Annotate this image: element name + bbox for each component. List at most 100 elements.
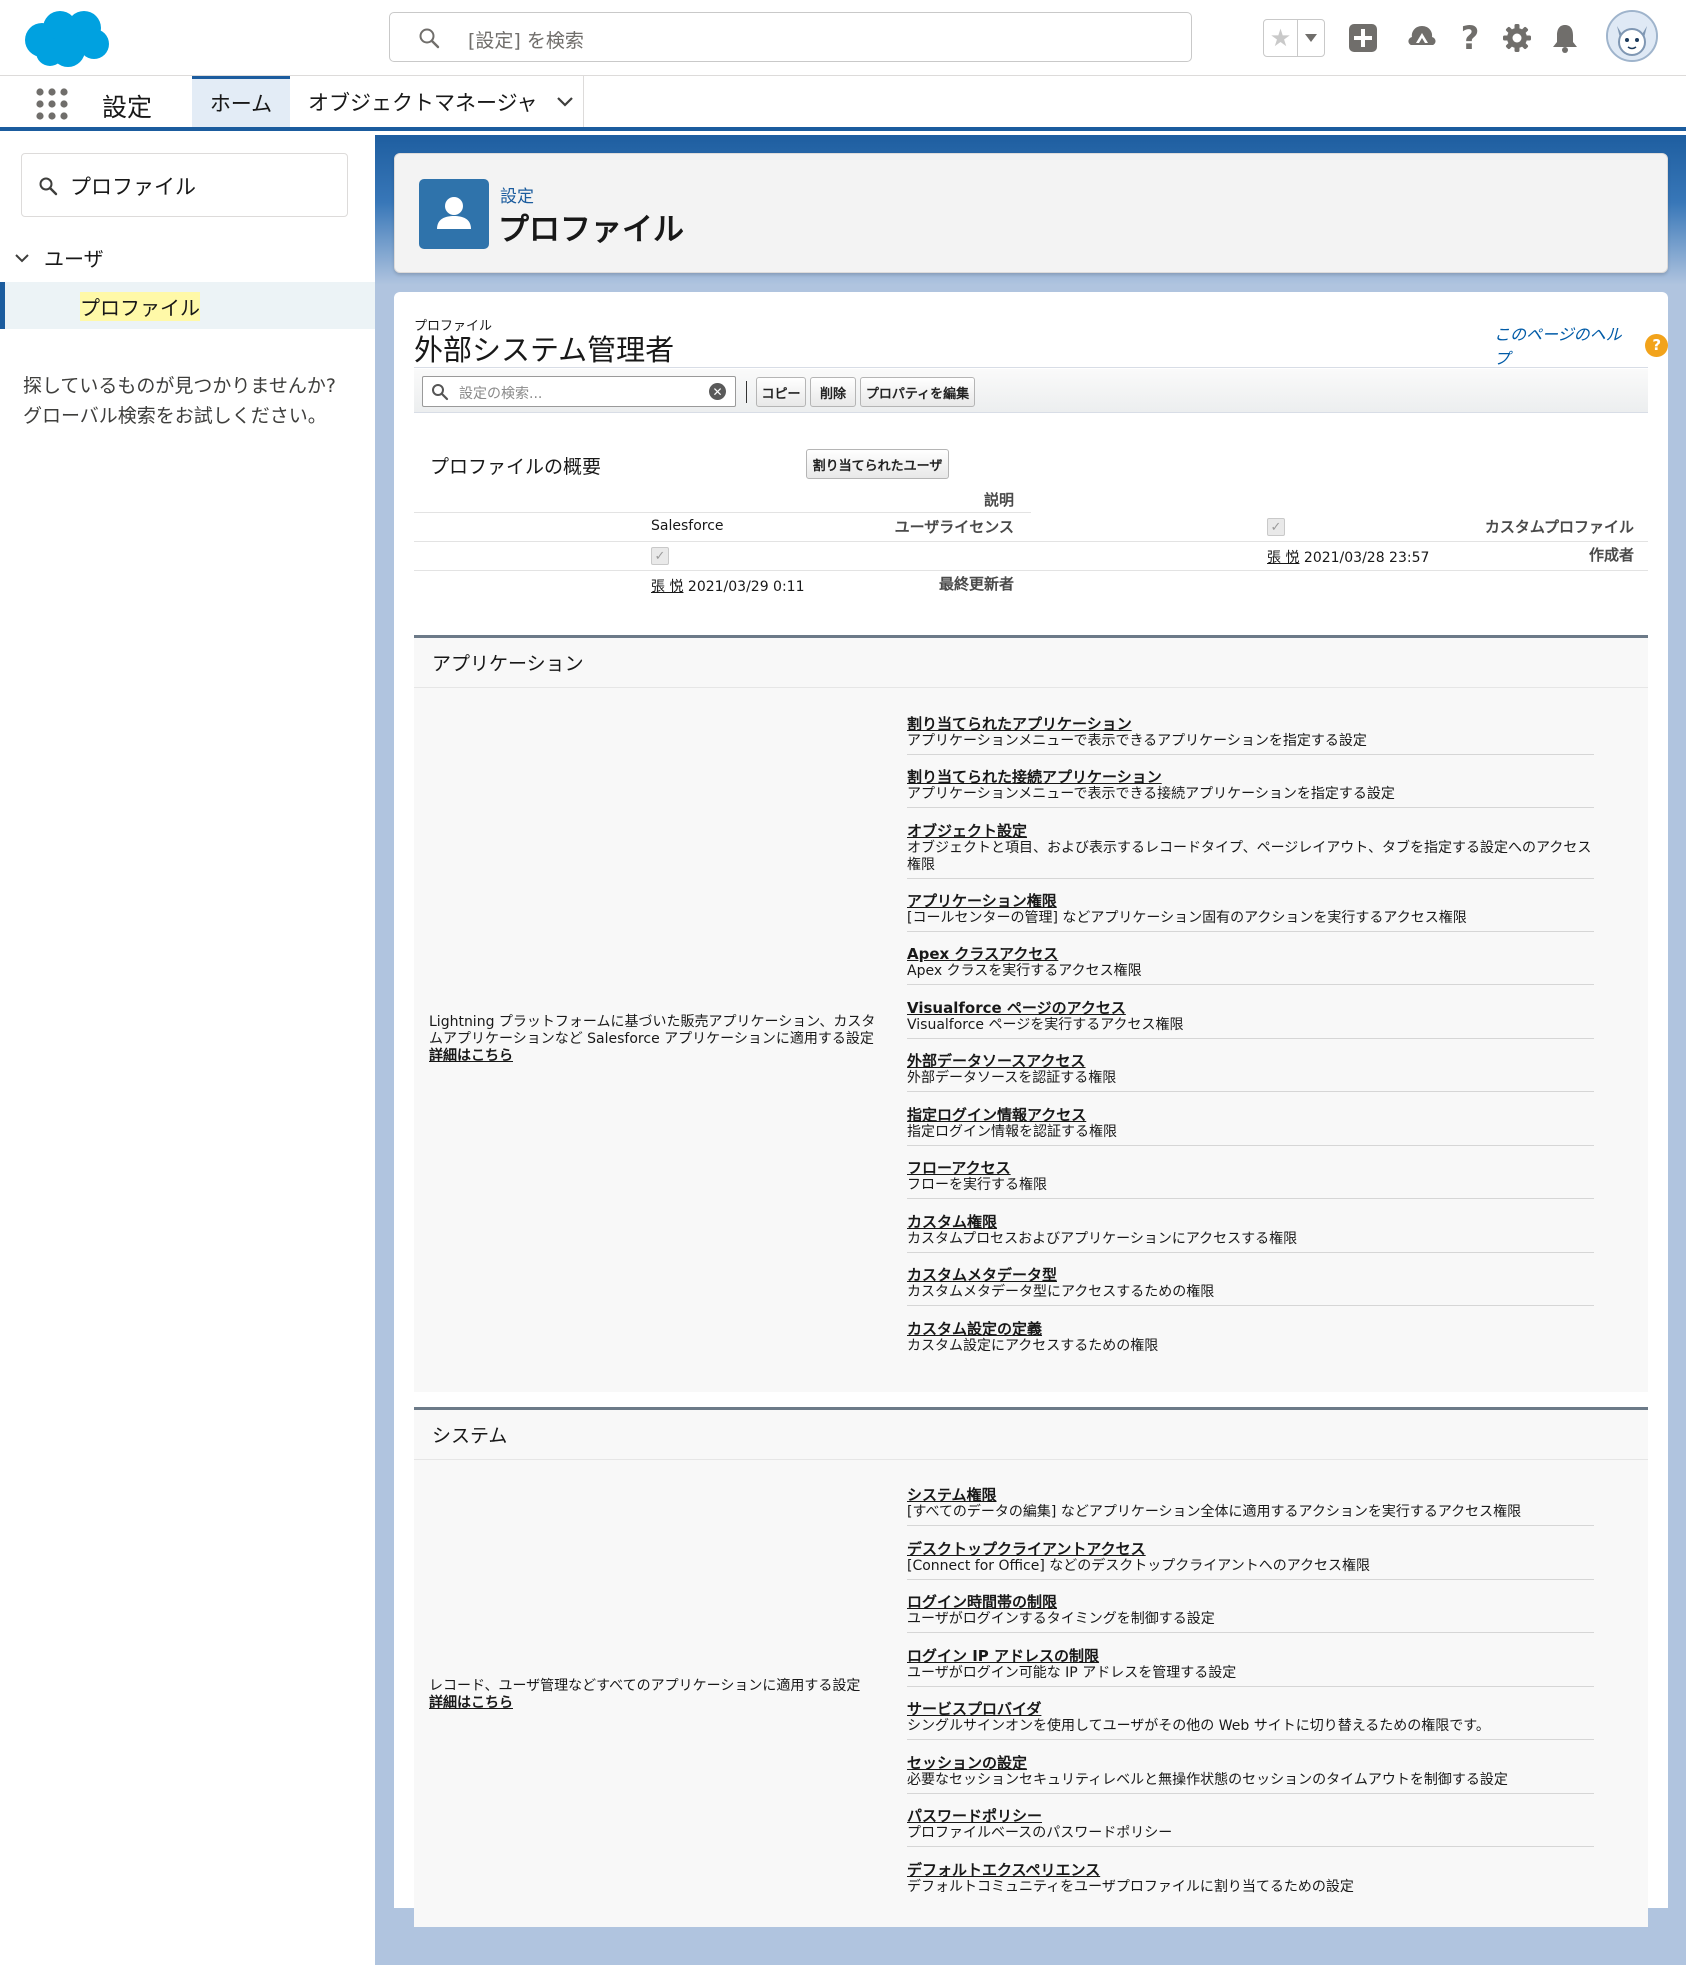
list-item: 外部データソースアクセス 外部データソースを認証する権限 <box>907 1053 1594 1092</box>
search-icon <box>432 384 449 401</box>
tab-home-label: ホーム <box>209 92 273 116</box>
favorites-dropdown-icon[interactable] <box>1298 20 1324 56</box>
modified-by-user-link[interactable]: 張 悦 <box>651 579 683 595</box>
assigned-connected-apps-link[interactable]: 割り当てられた接続アプリケーション <box>907 769 1594 786</box>
profile-detail-content: プロファイル 外部システム管理者 このページのヘルプ ? 設定の検索... ✕ … <box>394 292 1668 1927</box>
service-providers-link[interactable]: サービスプロバイダ <box>907 1701 1594 1718</box>
system-description: レコード、ユーザ管理などすべてのアプリケーションに適用する設定 詳細はこちら <box>429 1678 879 1712</box>
page-title: プロファイル <box>498 212 684 248</box>
applications-description: Lightning プラットフォームに基づいた販売アプリケーション、カスタムアプ… <box>429 1014 879 1065</box>
list-item: オブジェクト設定 オブジェクトと項目、および表示するレコードタイプ、ページレイア… <box>907 823 1594 879</box>
app-permissions-link[interactable]: アプリケーション権限 <box>907 893 1594 910</box>
setup-gear-icon[interactable] <box>1497 18 1537 58</box>
favorite-star-icon[interactable]: ★ <box>1264 20 1298 56</box>
edit-properties-button[interactable]: プロパティを編集 <box>860 377 975 407</box>
list-item-desc: アプリケーションメニューで表示できるアプリケーションを指定する設定 <box>907 733 1367 749</box>
tab-object-manager-label: オブジェクトマネージャ <box>308 90 538 115</box>
list-item: カスタム設定の定義 カスタム設定にアクセスするための権限 <box>907 1321 1594 1359</box>
desktop-client-access-link[interactable]: デスクトップクライアントアクセス <box>907 1541 1594 1558</box>
list-item-desc: [Connect for Office] などのデスクトップクライアントへのアク… <box>907 1558 1371 1574</box>
settings-search-placeholder: 設定の検索... <box>459 386 543 402</box>
default-experience-link[interactable]: デフォルトエクスペリエンス <box>907 1862 1594 1879</box>
notifications-bell-icon[interactable] <box>1545 18 1585 58</box>
global-actions-plus-icon[interactable] <box>1343 18 1383 58</box>
assigned-apps-link[interactable]: 割り当てられたアプリケーション <box>907 716 1594 733</box>
custom-settings-link[interactable]: カスタム設定の定義 <box>907 1321 1594 1338</box>
quick-find-input[interactable]: プロファイル <box>21 153 348 217</box>
last-modified-label: 最終更新者 <box>938 575 1014 593</box>
list-item-desc: [コールセンターの管理] などアプリケーション固有のアクションを実行するアクセス… <box>907 910 1467 926</box>
user-avatar[interactable] <box>1606 10 1658 62</box>
delete-button[interactable]: 削除 <box>810 377 856 407</box>
list-item: Visualforce ページのアクセス Visualforce ページを実行す… <box>907 1000 1594 1039</box>
session-settings-link[interactable]: セッションの設定 <box>907 1755 1594 1772</box>
trailhead-icon[interactable] <box>1402 18 1442 58</box>
chevron-down-icon[interactable] <box>556 96 574 108</box>
profile-toolbar: 設定の検索... ✕ コピー 削除 プロパティを編集 <box>414 369 1648 413</box>
search-icon <box>39 177 58 196</box>
system-section-title: システム <box>414 1410 1648 1460</box>
created-date: 2021/03/28 23:57 <box>1303 550 1430 566</box>
password-policies-link[interactable]: パスワードポリシー <box>907 1808 1594 1825</box>
list-item-desc: シングルサインオンを使用してユーザがその他の Web サイトに切り替えるための権… <box>907 1718 1490 1734</box>
tree-item-profiles[interactable]: プロファイル <box>0 282 375 329</box>
list-item-desc: フローを実行する権限 <box>907 1177 1047 1193</box>
custom-profile-label: カスタムプロファイル <box>1484 518 1634 536</box>
list-item-desc: カスタム設定にアクセスするための権限 <box>907 1338 1159 1354</box>
global-header: [設定] を検索 ★ ? <box>0 0 1686 76</box>
clear-search-icon[interactable]: ✕ <box>709 383 726 400</box>
global-search-input[interactable]: [設定] を検索 <box>389 12 1192 62</box>
list-item: カスタムメタデータ型 カスタムメタデータ型にアクセスするための権限 <box>907 1267 1594 1306</box>
toolbar-separator <box>746 381 747 403</box>
copy-button[interactable]: コピー <box>756 377 806 407</box>
page-help-label: このページのヘルプ <box>1494 325 1622 368</box>
flow-access-link[interactable]: フローアクセス <box>907 1160 1594 1177</box>
tab-object-manager[interactable]: オブジェクトマネージャ <box>290 76 584 127</box>
global-search-placeholder: [設定] を検索 <box>468 30 584 52</box>
login-ip-ranges-link[interactable]: ログイン IP アドレスの制限 <box>907 1648 1594 1665</box>
custom-profile-checkbox: ✓ <box>1267 518 1285 536</box>
assigned-users-button[interactable]: 割り当てられたユーザ <box>806 449 949 479</box>
created-by-label: 作成者 <box>1588 546 1634 564</box>
system-permissions-link[interactable]: システム権限 <box>907 1487 1594 1504</box>
settings-search-input[interactable]: 設定の検索... ✕ <box>422 376 736 407</box>
unnamed-checkbox: ✓ <box>651 547 669 565</box>
list-item: カスタム権限 カスタムプロセスおよびアプリケーションにアクセスする権限 <box>907 1214 1594 1253</box>
list-item-desc: ユーザがログイン可能な IP アドレスを管理する設定 <box>907 1665 1237 1681</box>
object-settings-link[interactable]: オブジェクト設定 <box>907 823 1594 840</box>
page-help-link[interactable]: このページのヘルプ ? <box>1494 321 1668 369</box>
list-item: 割り当てられた接続アプリケーション アプリケーションメニューで表示できる接続アプ… <box>907 769 1594 808</box>
custom-metadata-types-link[interactable]: カスタムメタデータ型 <box>907 1267 1594 1284</box>
help-icon[interactable]: ? <box>1450 18 1490 58</box>
app-launcher-icon[interactable] <box>34 86 70 122</box>
apex-class-access-link[interactable]: Apex クラスアクセス <box>907 946 1594 963</box>
user-license-label: ユーザライセンス <box>894 518 1014 536</box>
custom-permissions-link[interactable]: カスタム権限 <box>907 1214 1594 1231</box>
app-navigation-bar: 設定 ホーム オブジェクトマネージャ <box>0 76 1686 131</box>
list-item: 割り当てられたアプリケーション アプリケーションメニューで表示できるアプリケーシ… <box>907 716 1594 755</box>
list-item: フローアクセス フローを実行する権限 <box>907 1160 1594 1199</box>
salesforce-logo[interactable] <box>22 8 110 68</box>
system-learn-more-link[interactable]: 詳細はこちら <box>429 1695 513 1711</box>
named-credential-link[interactable]: 指定ログイン情報アクセス <box>907 1107 1594 1124</box>
external-data-source-link[interactable]: 外部データソースアクセス <box>907 1053 1594 1070</box>
list-item-desc: カスタムプロセスおよびアプリケーションにアクセスする権限 <box>907 1231 1298 1247</box>
applications-learn-more-link[interactable]: 詳細はこちら <box>429 1048 513 1064</box>
created-by-user-link[interactable]: 張 悦 <box>1267 550 1299 566</box>
list-item-desc: 必要なセッションセキュリティレベルと無操作状態のセッションのタイムアウトを制御す… <box>907 1772 1508 1788</box>
not-found-hint: 探しているものが見つかりませんか? グローバル検索をお試しください。 <box>23 371 336 431</box>
tree-node-users-label: ユーザ <box>44 247 104 271</box>
search-icon <box>419 28 440 49</box>
tab-home[interactable]: ホーム <box>192 76 290 127</box>
user-license-value: Salesforce <box>651 518 724 534</box>
visualforce-access-link[interactable]: Visualforce ページのアクセス <box>907 1000 1594 1017</box>
list-item-desc: カスタムメタデータ型にアクセスするための権限 <box>907 1284 1215 1300</box>
list-item-desc: Visualforce ページを実行するアクセス権限 <box>907 1017 1184 1033</box>
not-found-line-2: グローバル検索をお試しください。 <box>23 405 327 427</box>
list-item: セッションの設定 必要なセッションセキュリティレベルと無操作状態のセッションのタ… <box>907 1755 1594 1794</box>
login-hours-link[interactable]: ログイン時間帯の制限 <box>907 1594 1594 1611</box>
row-divider <box>414 541 1648 542</box>
setup-sidebar: プロファイル ユーザ プロファイル 探しているものが見つかりませんか? グローバ… <box>0 135 375 1965</box>
favorites-group: ★ <box>1263 19 1325 57</box>
tree-node-users[interactable]: ユーザ <box>14 243 104 272</box>
